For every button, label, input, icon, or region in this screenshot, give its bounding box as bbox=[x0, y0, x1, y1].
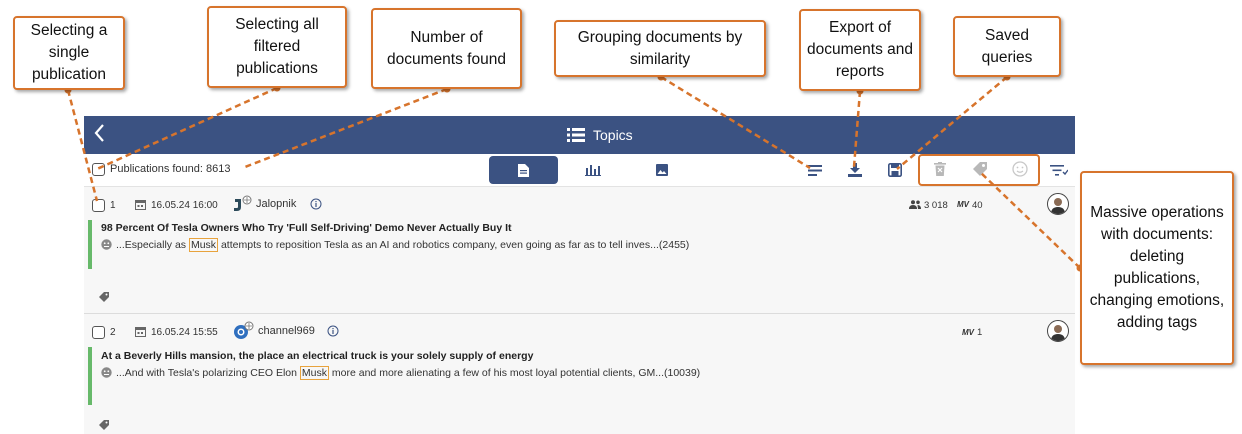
person-icon bbox=[1051, 198, 1065, 214]
item-datetime: 16.05.24 15:55 bbox=[151, 327, 218, 338]
keyword-highlight: Musk bbox=[188, 238, 219, 252]
item-snippet: ...Especially as Musk attempts to reposi… bbox=[101, 238, 690, 252]
info-icon[interactable] bbox=[310, 198, 322, 210]
list-item[interactable]: 2 16.05.24 15:55 channel969 MV 1 At a Be… bbox=[84, 314, 1075, 434]
tag-icon[interactable] bbox=[98, 291, 110, 303]
avatar[interactable] bbox=[1047, 320, 1069, 342]
item-headline[interactable]: 98 Percent Of Tesla Owners Who Try 'Full… bbox=[101, 222, 512, 234]
select-publication-checkbox[interactable] bbox=[92, 199, 105, 212]
save-query-button[interactable] bbox=[885, 160, 905, 180]
calendar-icon bbox=[135, 200, 146, 210]
export-icon bbox=[848, 163, 862, 177]
bar-chart-icon bbox=[584, 165, 601, 176]
snippet-text: ...And with Tesla's polarizing CEO Elon bbox=[116, 367, 300, 379]
view-tabs bbox=[489, 156, 696, 184]
image-icon bbox=[655, 164, 668, 176]
back-button[interactable] bbox=[92, 122, 114, 148]
select-all-checkbox[interactable] bbox=[92, 163, 105, 176]
header-title-group: Topics bbox=[567, 125, 633, 145]
snippet-text-end: attempts to reposition Tesla as an AI an… bbox=[218, 239, 690, 251]
info-icon[interactable] bbox=[327, 325, 339, 337]
callout-number-found: Number of documents found bbox=[371, 8, 522, 89]
tag-icon[interactable] bbox=[98, 419, 110, 431]
callout-select-single: Selecting a single publication bbox=[13, 16, 125, 90]
save-query-icon bbox=[888, 163, 902, 177]
source-logo-icon bbox=[234, 195, 252, 211]
list-icon bbox=[567, 128, 585, 142]
mv-value: 1 bbox=[977, 327, 983, 338]
list-item[interactable]: 1 16.05.24 16:00 Jalopnik 3 018 MV 40 98… bbox=[84, 187, 1075, 313]
snippet-text: ...Especially as bbox=[116, 239, 189, 251]
person-icon bbox=[1051, 325, 1065, 341]
mass-operations-highlight bbox=[918, 154, 1040, 186]
document-icon bbox=[518, 163, 529, 177]
callout-export: Export of documents and reports bbox=[799, 9, 921, 91]
mv-value: 40 bbox=[972, 200, 983, 211]
group-similar-icon bbox=[808, 164, 822, 176]
neutral-emotion-icon[interactable] bbox=[101, 239, 112, 250]
group-similar-button[interactable] bbox=[805, 160, 825, 180]
audience-count: 3 018 bbox=[924, 200, 948, 211]
publications-found-count: Publications found: 8613 bbox=[110, 163, 231, 175]
item-headline[interactable]: At a Beverly Hills mansion, the place an… bbox=[101, 350, 533, 362]
chevron-left-icon bbox=[94, 124, 104, 142]
tab-images[interactable] bbox=[627, 156, 696, 184]
mv-label: MV bbox=[962, 328, 974, 337]
item-source[interactable]: channel969 bbox=[258, 325, 315, 337]
tab-statistics[interactable] bbox=[558, 156, 627, 184]
audience-icon bbox=[909, 200, 921, 209]
tab-documents[interactable] bbox=[489, 156, 558, 184]
item-datetime: 16.05.24 16:00 bbox=[151, 200, 218, 211]
item-source[interactable]: Jalopnik bbox=[256, 198, 296, 210]
neutral-emotion-icon[interactable] bbox=[101, 367, 112, 378]
callout-select-all: Selecting all filtered publications bbox=[207, 6, 347, 88]
avatar[interactable] bbox=[1047, 193, 1069, 215]
item-snippet: ...And with Tesla's polarizing CEO Elon … bbox=[101, 366, 701, 380]
callout-grouping: Grouping documents by similarity bbox=[554, 20, 766, 77]
source-logo-icon bbox=[234, 321, 254, 339]
keyword-highlight: Musk bbox=[299, 366, 329, 380]
callout-massive-operations: Massive operations with documents: delet… bbox=[1080, 171, 1234, 365]
page-title: Topics bbox=[593, 127, 633, 143]
item-number: 1 bbox=[110, 200, 116, 211]
snippet-text-end: more and more alienating a few of his mo… bbox=[329, 367, 701, 379]
relevance-marker bbox=[88, 347, 92, 405]
calendar-icon bbox=[135, 327, 146, 337]
mv-label: MV bbox=[957, 200, 969, 209]
app-header: Topics bbox=[84, 116, 1075, 154]
filter-sort-icon bbox=[1050, 165, 1068, 176]
export-button[interactable] bbox=[845, 160, 865, 180]
relevance-marker bbox=[88, 220, 92, 269]
select-publication-checkbox[interactable] bbox=[92, 326, 105, 339]
item-number: 2 bbox=[110, 327, 116, 338]
callout-saved-queries: Saved queries bbox=[953, 16, 1061, 77]
filter-sort-button[interactable] bbox=[1049, 160, 1069, 180]
